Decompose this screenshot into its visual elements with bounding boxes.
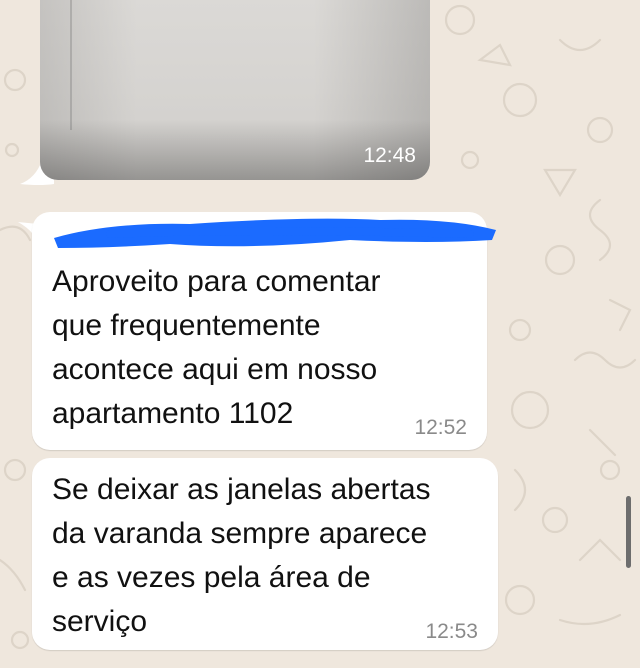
message-text: Se deixar as janelas abertas da varanda …	[52, 473, 431, 638]
message-text: Aproveito para comentar que frequentemen…	[52, 265, 381, 430]
scrollbar[interactable]	[626, 496, 631, 568]
photo-wall-edge	[70, 0, 72, 130]
message-time: 12:53	[425, 620, 478, 643]
message-bubble[interactable]: Se deixar as janelas abertas da varanda …	[32, 458, 498, 650]
redacted-sender-name	[54, 218, 496, 248]
message-time: 12:48	[363, 144, 416, 167]
message-time: 12:52	[414, 416, 467, 439]
image-message[interactable]: 12:48	[40, 0, 430, 180]
